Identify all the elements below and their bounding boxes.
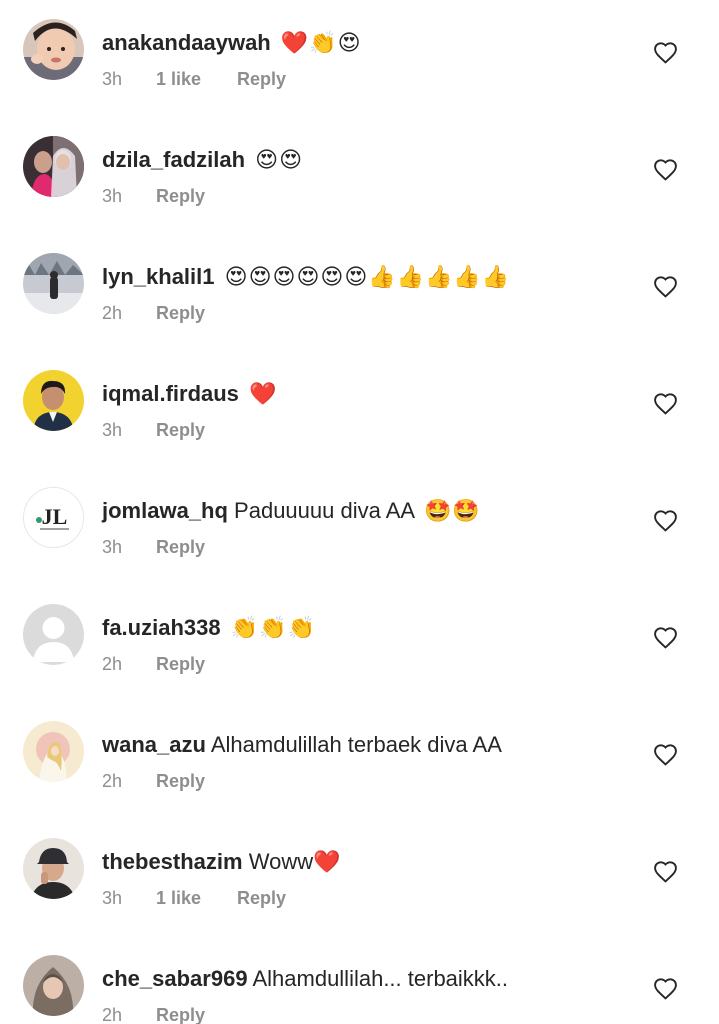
comment-likes[interactable]: 1 like [156,67,237,91]
reply-button[interactable]: Reply [156,535,205,559]
comment-row: iqmal.firdaus ❤️ 3h Reply [0,370,719,487]
comment-username[interactable]: lyn_khalil1 [102,264,215,289]
like-heart-icon[interactable] [653,392,678,415]
avatar[interactable] [23,136,84,197]
reply-button[interactable]: Reply [156,418,205,442]
avatar[interactable] [23,721,84,782]
comment-time: 2h [102,771,123,791]
comment-row: wana_azu Alhamdulillah terbaek diva AA 2… [0,721,719,838]
like-heart-icon[interactable] [653,626,678,649]
comment-emojis: 👏👏👏 [230,615,316,640]
child-avatar-image [23,19,84,80]
comment-row: lyn_khalil1 😍😍😍😍😍😍👍👍👍👍👍 2h Reply [0,253,719,370]
comment-time: 3h [102,537,123,557]
avatar[interactable] [23,370,84,431]
like-heart-icon[interactable] [653,743,678,766]
reply-button[interactable]: Reply [156,301,205,325]
hijab-avatar-image [23,955,84,1016]
comment-row: fa.uziah338 👏👏👏 2h Reply [0,604,719,721]
comment-row: che_sabar969 Alhamdullilah... terbaikkk.… [0,955,719,1024]
comment-username[interactable]: che_sabar969 [102,966,248,991]
man-cap-avatar-image [23,838,84,899]
comment-time: 3h [102,420,123,440]
avatar[interactable] [23,955,84,1016]
avatar[interactable] [23,19,84,80]
man-avatar-image [23,370,84,431]
avatar[interactable] [23,838,84,899]
like-heart-icon[interactable] [653,860,678,883]
comment-emojis: ❤️ [313,849,342,874]
comment-time: 3h [102,186,123,206]
comment-row: anakandaaywah ❤️👏😍 3h 1 like Reply [0,19,719,136]
comment-username[interactable]: thebesthazim [102,849,243,874]
comment-emojis: 😍😍😍😍😍😍👍👍👍👍👍 [224,264,511,289]
avatar[interactable]: JL [23,487,84,548]
jl-logo-avatar-image: JL [24,488,83,547]
comment-row: thebesthazim Woww❤️ 3h 1 like Reply [0,838,719,955]
comment-username[interactable]: iqmal.firdaus [102,381,239,406]
comment-username[interactable]: wana_azu [102,732,206,757]
illustration-avatar-image [23,721,84,782]
comment-emojis: ❤️👏😍 [280,30,362,55]
like-heart-icon[interactable] [653,158,678,181]
like-heart-icon[interactable] [653,977,678,1000]
comment-text: Alhamdullilah... terbaikkk.. [252,966,509,991]
comment-list: anakandaaywah ❤️👏😍 3h 1 like Reply dzila_ [0,0,719,1024]
comment-time: 3h [102,69,123,89]
comment-text: Paduuuuu diva AA [234,498,414,523]
comment-time: 2h [102,303,123,323]
comment-time: 2h [102,654,123,674]
comment-text: Woww [248,849,314,874]
like-heart-icon[interactable] [653,41,678,64]
reply-button[interactable]: Reply [156,184,205,208]
comment-text: Alhamdulillah terbaek diva AA [210,732,502,757]
couple-avatar-image [23,136,84,197]
comment-row: dzila_fadzilah 😍😍 3h Reply [0,136,719,253]
comment-row: JL jomlawa_hq Paduuuuu diva AA 🤩🤩 3h Repl… [0,487,719,604]
default-avatar-image [23,604,84,665]
reply-button[interactable]: Reply [156,769,205,793]
reply-button[interactable]: Reply [237,886,286,910]
comment-likes[interactable]: 1 like [156,886,237,910]
snow-avatar-image [23,253,84,314]
comment-username[interactable]: anakandaaywah [102,30,271,55]
comment-time: 3h [102,888,123,908]
comment-username[interactable]: jomlawa_hq [102,498,228,523]
comment-time: 2h [102,1005,123,1024]
comment-emojis: ❤️ [249,381,278,406]
comment-username[interactable]: fa.uziah338 [102,615,221,640]
reply-button[interactable]: Reply [156,652,205,676]
like-heart-icon[interactable] [653,275,678,298]
svg-text:JL: JL [42,504,68,529]
avatar[interactable] [23,253,84,314]
comment-username[interactable]: dzila_fadzilah [102,147,245,172]
like-heart-icon[interactable] [653,509,678,532]
avatar[interactable] [23,604,84,665]
comment-emojis: 😍😍 [255,147,304,172]
reply-button[interactable]: Reply [237,67,286,91]
reply-button[interactable]: Reply [156,1003,205,1024]
comment-emojis: 🤩🤩 [424,498,481,523]
